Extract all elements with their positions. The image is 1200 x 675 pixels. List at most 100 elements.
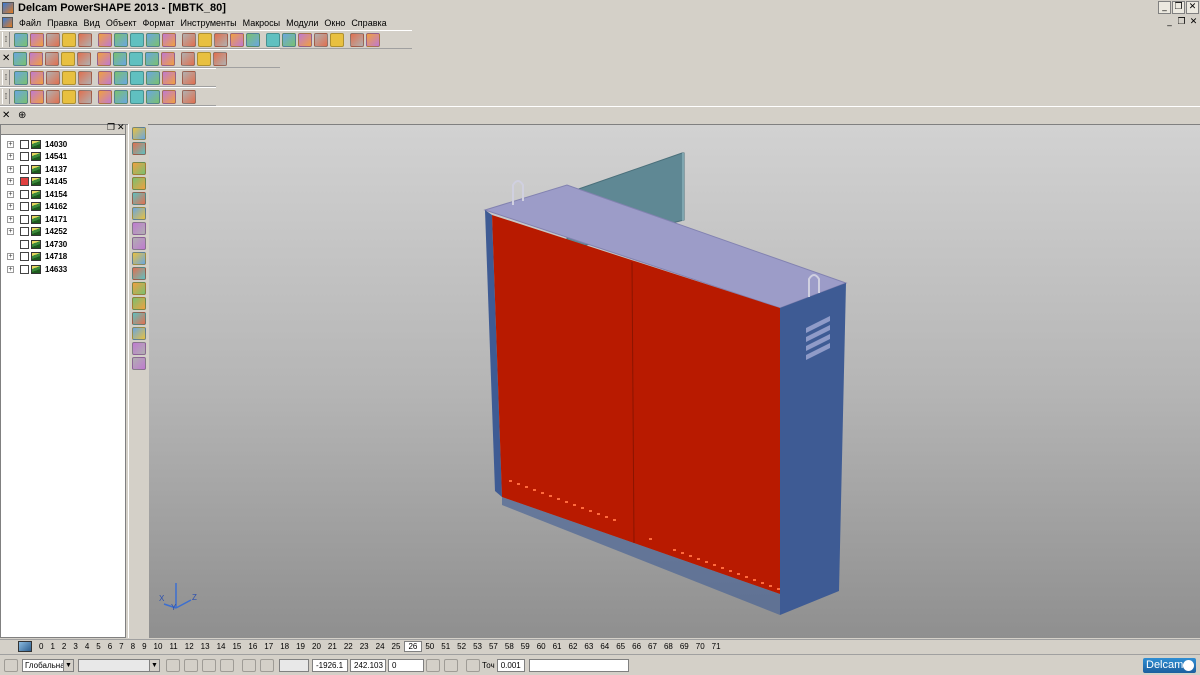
main-tool-icon-14[interactable]: [246, 32, 260, 47]
view-iso4-icon[interactable]: [220, 658, 234, 672]
menu-item-3[interactable]: Объект: [103, 18, 140, 28]
layer-button[interactable]: 9: [139, 642, 150, 651]
object-tool-icon-6[interactable]: [114, 70, 128, 85]
object-tool-icon-8[interactable]: [146, 70, 160, 85]
expand-toggle[interactable]: +: [7, 140, 14, 148]
principal-plane-select[interactable]: ▼: [78, 658, 160, 672]
main-tool-icon-18[interactable]: [314, 32, 328, 47]
menu-item-6[interactable]: Макросы: [240, 18, 284, 28]
calculator-icon[interactable]: [444, 658, 458, 672]
chevron-down-icon[interactable]: ▼: [149, 659, 159, 671]
object-tool-icon-9[interactable]: [162, 70, 176, 85]
view-iso3-icon[interactable]: [202, 658, 216, 672]
document-icon[interactable]: [2, 17, 13, 28]
layers-icon[interactable]: [18, 641, 32, 652]
menu-item-9[interactable]: Справка: [348, 18, 389, 28]
layer-button[interactable]: 61: [550, 642, 566, 651]
main-tool-icon-16[interactable]: [282, 32, 296, 47]
surface-tool-icon-9[interactable]: [162, 89, 176, 104]
main-tool-icon-12[interactable]: [214, 32, 228, 47]
restore-button[interactable]: ❐: [1172, 1, 1185, 14]
expand-toggle[interactable]: +: [7, 153, 14, 161]
vertical-tool-icon-6[interactable]: [132, 222, 146, 235]
vertical-tool-icon-12[interactable]: [132, 312, 146, 325]
menu-item-2[interactable]: Вид: [81, 18, 103, 28]
input-mode-icon[interactable]: [426, 658, 440, 672]
graphics-viewport[interactable]: X Y Z: [149, 125, 1200, 638]
menu-item-1[interactable]: Правка: [44, 18, 80, 28]
layer-button[interactable]: 69: [677, 642, 693, 651]
surface-tool-icon-8[interactable]: [146, 89, 160, 104]
close-button[interactable]: ✕: [1186, 1, 1199, 14]
main-tool-icon-4[interactable]: [78, 32, 92, 47]
layer-button[interactable]: 71: [709, 642, 725, 651]
expand-toggle[interactable]: [7, 241, 14, 248]
view-tool-icon-6[interactable]: [113, 51, 127, 66]
tree-item[interactable]: +14154: [1, 188, 125, 201]
view-tool-icon-9[interactable]: [161, 51, 175, 66]
toolbar-grip[interactable]: ⁞: [2, 89, 10, 104]
main-tool-icon-11[interactable]: [198, 32, 212, 47]
toolbar-close-icon[interactable]: ✕: [2, 110, 12, 121]
vertical-tool-icon-15[interactable]: [132, 357, 146, 370]
tree-item[interactable]: +14718: [1, 251, 125, 264]
toolbar-close-icon[interactable]: ✕: [2, 53, 12, 64]
layer-button[interactable]: 16: [245, 642, 261, 651]
object-tool-icon-4[interactable]: [78, 70, 92, 85]
doc-restore-button[interactable]: ❐: [1176, 17, 1187, 28]
vertical-tool-icon-5[interactable]: [132, 207, 146, 220]
main-tool-icon-19[interactable]: [330, 32, 344, 47]
layer-button[interactable]: 59: [518, 642, 534, 651]
layer-button[interactable]: 65: [613, 642, 629, 651]
layer-button[interactable]: 26: [404, 641, 423, 652]
layer-button[interactable]: 15: [229, 642, 245, 651]
coord-z-field[interactable]: 0: [388, 658, 424, 672]
main-tool-icon-6[interactable]: [114, 32, 128, 47]
main-tool-icon-8[interactable]: [146, 32, 160, 47]
vertical-tool-icon-3[interactable]: [132, 177, 146, 190]
layer-button[interactable]: 11: [166, 642, 181, 651]
layer-button[interactable]: 64: [597, 642, 613, 651]
chevron-down-icon[interactable]: ▼: [63, 659, 73, 671]
command-field[interactable]: [528, 658, 629, 672]
tree-item[interactable]: +14633: [1, 263, 125, 276]
main-tool-icon-20[interactable]: [350, 32, 364, 47]
layer-button[interactable]: 68: [661, 642, 677, 651]
layer-button[interactable]: 17: [261, 642, 277, 651]
vertical-tool-icon-11[interactable]: [132, 297, 146, 310]
layer-button[interactable]: 8: [128, 642, 139, 651]
object-tool-icon-0[interactable]: [14, 70, 28, 85]
panel-restore-icon[interactable]: ❐: [107, 123, 115, 133]
layer-button[interactable]: 22: [341, 642, 357, 651]
tolerance-icon[interactable]: [466, 658, 480, 672]
layer-button[interactable]: 10: [151, 642, 167, 651]
layer-button[interactable]: 19: [293, 642, 309, 651]
surface-tool-icon-4[interactable]: [78, 89, 92, 104]
layer-button[interactable]: 70: [693, 642, 709, 651]
expand-toggle[interactable]: +: [7, 215, 14, 223]
expand-toggle[interactable]: +: [7, 165, 14, 173]
tree-item[interactable]: +14541: [1, 151, 125, 164]
vertical-tool-icon-13[interactable]: [132, 327, 146, 340]
doc-close-button[interactable]: ✕: [1188, 17, 1199, 28]
layer-button[interactable]: 6: [105, 642, 116, 651]
view-iso1-icon[interactable]: [166, 658, 180, 672]
expand-toggle[interactable]: +: [7, 228, 14, 236]
tree-item[interactable]: 14730: [1, 238, 125, 251]
toolbar-grip[interactable]: ⁞: [2, 70, 10, 85]
coord-y-field[interactable]: 242.103: [350, 658, 386, 672]
surface-tool-icon-3[interactable]: [62, 89, 76, 104]
surface-tool-icon-0[interactable]: [14, 89, 28, 104]
menu-item-7[interactable]: Модули: [283, 18, 321, 28]
object-tool-icon-10[interactable]: [182, 70, 196, 85]
vertical-tool-icon-2[interactable]: [132, 162, 146, 175]
object-tool-icon-2[interactable]: [46, 70, 60, 85]
layer-button[interactable]: 52: [454, 642, 470, 651]
layer-button[interactable]: 0: [36, 642, 47, 651]
workplane-select[interactable]: Глобальна ▼: [22, 658, 74, 672]
tree-item[interactable]: +14030: [1, 138, 125, 151]
pin-icon[interactable]: ⊕: [18, 110, 28, 121]
layer-button[interactable]: 21: [325, 642, 341, 651]
main-tool-icon-3[interactable]: [62, 32, 76, 47]
view-tool-icon-11[interactable]: [197, 51, 211, 66]
